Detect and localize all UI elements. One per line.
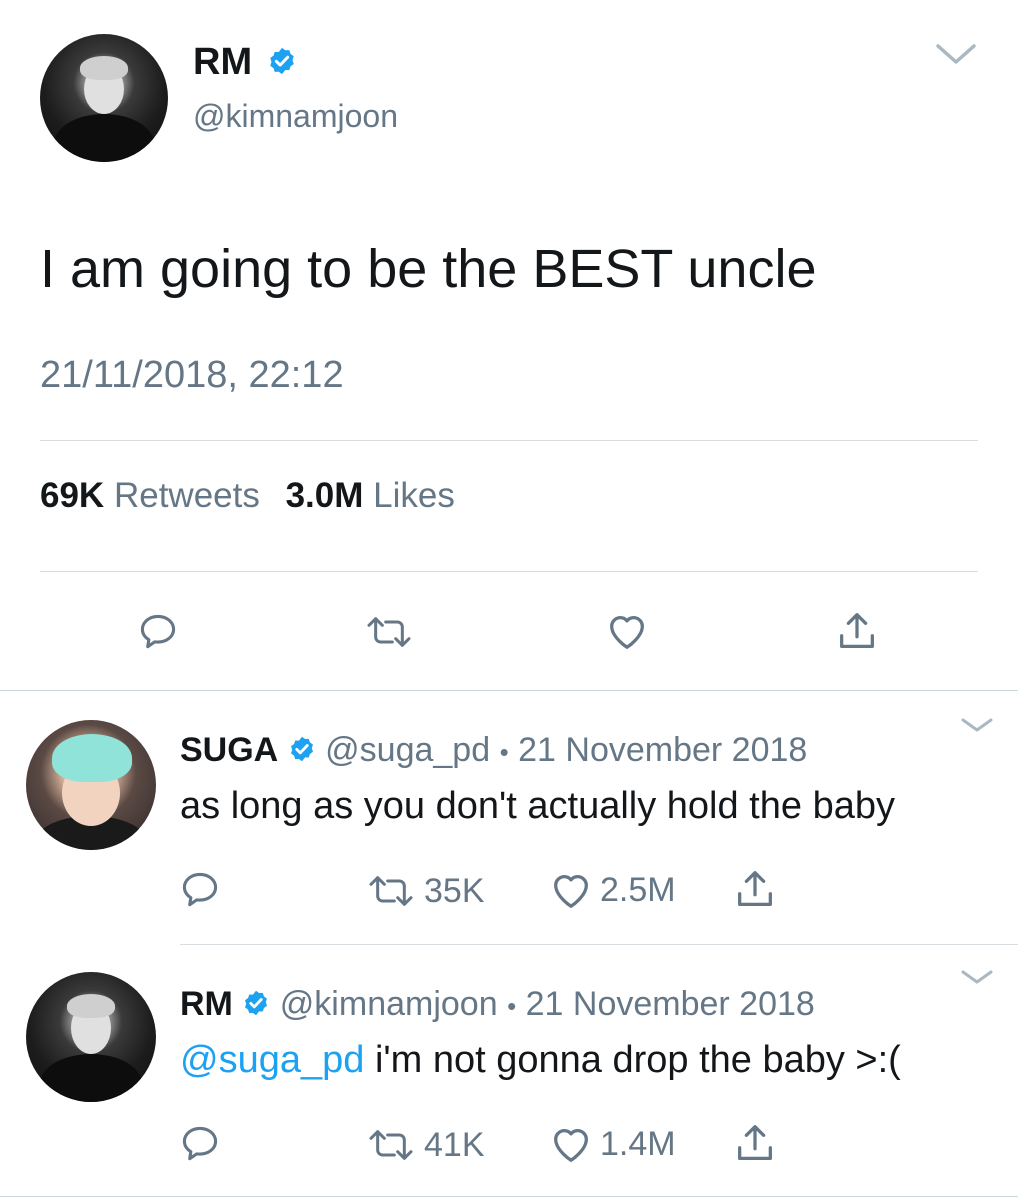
reply-icon[interactable] [178,868,222,912]
reply-icon[interactable] [136,610,180,654]
reply-date[interactable]: 21 November 2018 [526,985,815,1023]
separator-dot: • [507,991,517,1021]
separator-dot: • [499,737,509,767]
like-count: 1.4M [600,1124,676,1163]
retweets-count: 69K [40,476,105,515]
author-name[interactable]: RM [193,41,252,83]
likes-stat[interactable]: 3.0M Likes [286,476,455,515]
author-avatar[interactable] [40,34,168,162]
retweet-icon [369,876,413,906]
like-icon [554,875,588,908]
verified-badge-icon [269,47,294,75]
reply-author-name[interactable]: SUGA [180,731,278,769]
retweet-count: 41K [424,1125,485,1164]
like-icon [554,1129,588,1162]
tweet-text: I am going to be the BEST uncle [40,239,817,299]
share-icon[interactable] [732,866,778,912]
reply-header: RM @kimnamjoon • 21 November 2018 [180,984,815,1026]
share-icon[interactable] [834,608,880,654]
retweet-icon [369,1130,413,1160]
divider [180,944,1018,945]
like-icon[interactable] [604,608,650,654]
reply-date[interactable]: 21 November 2018 [518,731,807,769]
retweet-count: 35K [424,871,485,910]
like-button[interactable]: 1.4M [548,1122,676,1166]
divider [0,1196,1018,1197]
divider [0,690,1018,691]
likes-label: Likes [373,476,455,515]
verified-badge-icon [290,736,313,762]
retweets-label: Retweets [113,476,260,515]
reply-header: SUGA @suga_pd • 21 November 2018 [180,730,807,772]
reply-author-name[interactable]: RM [180,985,233,1023]
retweet-icon[interactable] [364,612,414,652]
verified-badge-icon [245,990,268,1016]
retweet-button[interactable]: 41K [366,1124,485,1166]
reply-icon[interactable] [178,1122,222,1166]
author-handle[interactable]: @kimnamjoon [193,97,398,135]
reply-author-handle[interactable]: @kimnamjoon [280,985,498,1023]
reply-author-handle[interactable]: @suga_pd [325,731,490,769]
share-icon[interactable] [732,1120,778,1166]
chevron-down-icon[interactable] [960,968,994,988]
like-count: 2.5M [600,870,676,909]
retweet-button[interactable]: 35K [366,870,485,912]
engagement-stats: 69K Retweets 3.0M Likes [40,474,455,518]
like-button[interactable]: 2.5M [548,868,676,912]
reply-avatar[interactable] [26,972,156,1102]
likes-count: 3.0M [285,476,364,515]
divider [40,440,978,441]
chevron-down-icon[interactable] [934,42,978,68]
retweets-stat[interactable]: 69K Retweets [40,476,270,515]
divider [40,571,978,572]
reply-text: @suga_pd i'm not gonna drop the baby >:( [180,1038,901,1082]
reply-avatar[interactable] [26,720,156,850]
tweet-timestamp[interactable]: 21/11/2018, 22:12 [40,352,344,398]
reply-text-body: i'm not gonna drop the baby >:( [364,1039,901,1081]
mention-link[interactable]: @suga_pd [180,1039,364,1081]
chevron-down-icon[interactable] [960,716,994,736]
reply-text: as long as you don't actually hold the b… [180,785,895,827]
